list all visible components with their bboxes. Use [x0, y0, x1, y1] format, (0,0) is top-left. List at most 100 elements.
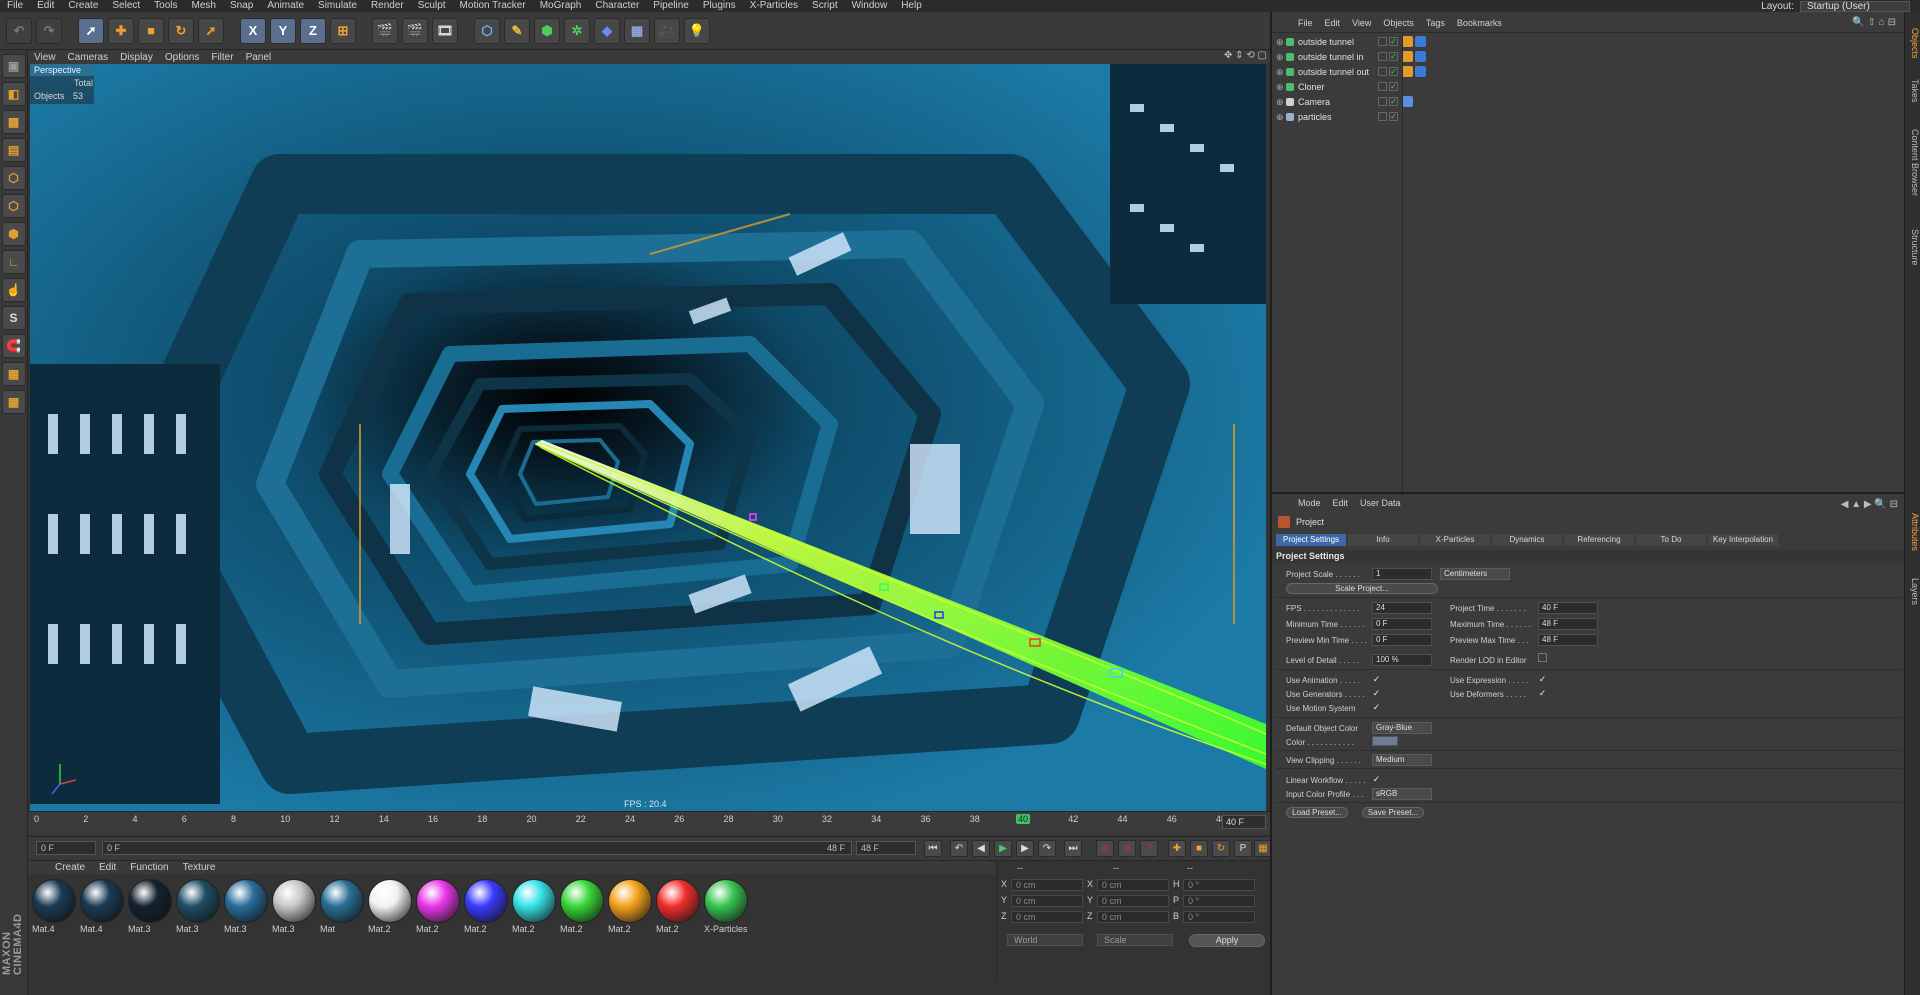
side-tab-layers[interactable]: Layers	[1906, 570, 1920, 614]
menu-edit[interactable]: Edit	[30, 0, 61, 12]
record-keys-icon[interactable]: ⊘	[1096, 840, 1114, 857]
step-forward-icon[interactable]: ▶	[1016, 840, 1034, 857]
z-axis-lock-button[interactable]: Z	[300, 17, 326, 44]
flag-icon[interactable]: ✓	[1389, 52, 1398, 61]
coord-value-field[interactable]: 0 cm	[1011, 879, 1083, 891]
object-tag-icon[interactable]	[1402, 96, 1413, 107]
viewport-menu-display[interactable]: Display	[114, 52, 159, 63]
flag-icon[interactable]	[1378, 112, 1387, 121]
menu-create[interactable]: Create	[61, 0, 105, 12]
keyframe-selection-icon[interactable]: ?	[1140, 840, 1158, 857]
viewport-menu-options[interactable]: Options	[159, 52, 205, 63]
object-tag-icon[interactable]	[1402, 66, 1413, 77]
project-scale-field[interactable]: 1	[1372, 568, 1432, 580]
expand-icon[interactable]: ⊕	[1276, 80, 1284, 94]
object-row[interactable]: ⊕ Camera ✓	[1272, 95, 1906, 109]
material-swatch[interactable]: Mat.2	[560, 879, 606, 935]
linear-workflow-checkbox[interactable]: ✓	[1372, 775, 1381, 784]
material-swatch[interactable]: Mat.2	[416, 879, 462, 935]
menu-character[interactable]: Character	[588, 0, 646, 12]
recent-tool-icon[interactable]: ➚	[198, 17, 224, 44]
material-swatch[interactable]: Mat.4	[80, 879, 126, 935]
flag-icon[interactable]	[1378, 52, 1387, 61]
attribute-menu-user-data[interactable]: User Data	[1354, 498, 1407, 512]
minimum-time-field[interactable]: 0 F	[1372, 618, 1432, 630]
flag-icon[interactable]	[1378, 67, 1387, 76]
menu-window[interactable]: Window	[845, 0, 895, 12]
viewport-menu-panel[interactable]: Panel	[240, 52, 278, 63]
menu-simulate[interactable]: Simulate	[311, 0, 364, 12]
model-mode-icon[interactable]: ◧	[1, 82, 26, 106]
menu-render[interactable]: Render	[364, 0, 411, 12]
tab-x-particles[interactable]: X-Particles	[1420, 534, 1490, 546]
coord-value-field[interactable]: 0 °	[1183, 911, 1255, 923]
select-tool-icon[interactable]: ➚	[78, 17, 104, 44]
object-row[interactable]: ⊕ outside tunnel out ✓	[1272, 65, 1906, 79]
preview-min-field[interactable]: 0 F	[1372, 634, 1432, 646]
viewport-nav-icons[interactable]: ✥ ⇕ ⟲ ▢	[1224, 50, 1267, 61]
menu-pipeline[interactable]: Pipeline	[646, 0, 696, 12]
render-settings-icon[interactable]: 🎞	[432, 17, 458, 44]
object-manager-menu-view[interactable]: View	[1346, 18, 1377, 28]
go-to-start-icon[interactable]: ⏮	[924, 840, 942, 857]
color-swatch[interactable]	[1372, 736, 1398, 746]
move-tool-icon[interactable]: ✚	[108, 17, 134, 44]
flag-icon[interactable]: ✓	[1389, 82, 1398, 91]
material-swatch[interactable]: Mat	[320, 879, 366, 935]
project-time-field[interactable]: 40 F	[1538, 602, 1598, 614]
load-preset-button[interactable]: Load Preset...	[1286, 807, 1348, 818]
snap-icon[interactable]: S	[1, 306, 26, 330]
redo-button[interactable]: ↷	[36, 17, 62, 44]
input-color-profile-select[interactable]: sRGB	[1372, 788, 1432, 800]
end-frame-field[interactable]: 48 F	[856, 841, 916, 855]
preview-max-field[interactable]: 48 F	[1538, 634, 1598, 646]
use-motion-system-checkbox[interactable]: ✓	[1372, 703, 1381, 712]
expand-icon[interactable]: ⊕	[1276, 110, 1284, 124]
maximum-time-field[interactable]: 48 F	[1538, 618, 1598, 630]
layout-select[interactable]: Startup (User)	[1800, 0, 1910, 12]
object-visibility-flags[interactable]: ✓	[1378, 37, 1398, 46]
object-row[interactable]: ⊕ particles ✓	[1272, 110, 1906, 124]
coord-system-select[interactable]: World	[1007, 934, 1083, 946]
current-frame-field[interactable]: 40 F	[1222, 815, 1266, 829]
side-tab-content-browser[interactable]: Content Browser	[1906, 114, 1920, 212]
3d-viewport[interactable]: Perspective Total Objects 53 FPS : 20.4	[30, 64, 1266, 811]
viewport-menu-view[interactable]: View	[28, 52, 62, 63]
camera-icon[interactable]: 🎥	[654, 17, 680, 44]
tab-dynamics[interactable]: Dynamics	[1492, 534, 1562, 546]
cloner-icon[interactable]: ✲	[564, 17, 590, 44]
menu-mesh[interactable]: Mesh	[185, 0, 223, 12]
object-manager-menu-edit[interactable]: Edit	[1319, 18, 1347, 28]
menu-motion-tracker[interactable]: Motion Tracker	[453, 0, 533, 12]
coord-value-field[interactable]: 0 °	[1183, 895, 1255, 907]
workplane-icon[interactable]: ▤	[1, 138, 26, 162]
object-tag-icon[interactable]	[1402, 51, 1413, 62]
material-swatch[interactable]: Mat.3	[272, 879, 318, 935]
viewport-menu-filter[interactable]: Filter	[205, 52, 239, 63]
tab-key-interpolation[interactable]: Key Interpolation	[1708, 534, 1778, 546]
material-swatch[interactable]: Mat.3	[224, 879, 270, 935]
view-clipping-select[interactable]: Medium	[1372, 754, 1432, 766]
flag-icon[interactable]: ✓	[1389, 97, 1398, 106]
lock-workplane-icon[interactable]: ▦	[1, 362, 26, 386]
menu-animate[interactable]: Animate	[260, 0, 311, 12]
material-swatch[interactable]: Mat.2	[512, 879, 558, 935]
autokey-icon[interactable]: ⊛	[1118, 840, 1136, 857]
coordinate-system-icon[interactable]: ⊞	[330, 17, 356, 44]
points-mode-icon[interactable]: ⬡	[1, 166, 26, 190]
side-tab-takes[interactable]: Takes	[1906, 72, 1920, 110]
materials-menu-create[interactable]: Create	[48, 862, 92, 873]
render-picture-viewer-icon[interactable]: 🎬	[402, 17, 428, 44]
coord-value-field[interactable]: 0 cm	[1097, 895, 1169, 907]
render-lod-checkbox[interactable]	[1538, 653, 1547, 662]
fps-field[interactable]: 24	[1372, 602, 1432, 614]
menu-file[interactable]: File	[0, 0, 30, 12]
material-swatch[interactable]: Mat.2	[368, 879, 414, 935]
flag-icon[interactable]: ✓	[1389, 112, 1398, 121]
render-view-icon[interactable]: 🎬	[372, 17, 398, 44]
menu-x-particles[interactable]: X-Particles	[743, 0, 805, 12]
axis-mode-icon[interactable]: ∟	[1, 250, 26, 274]
coord-value-field[interactable]: 0 cm	[1097, 879, 1169, 891]
side-tab-structure[interactable]: Structure	[1906, 216, 1920, 278]
object-tag-icon[interactable]	[1415, 36, 1426, 47]
